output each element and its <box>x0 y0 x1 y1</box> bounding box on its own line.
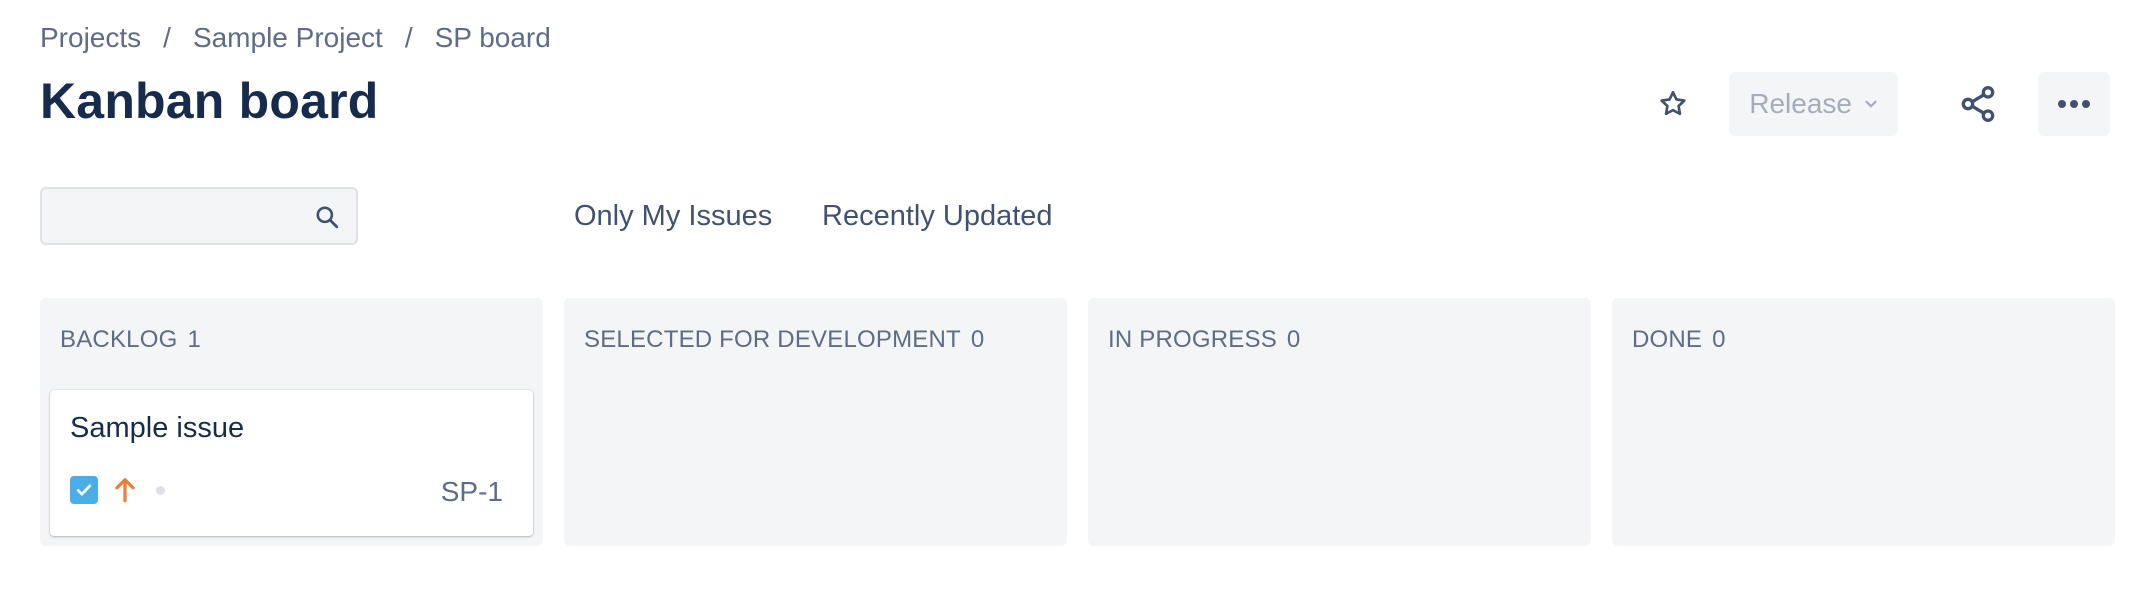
column-header: DONE 0 <box>1632 326 1726 354</box>
status-dot-icon <box>156 485 165 495</box>
column-count: 0 <box>970 326 985 353</box>
column-title: IN PROGRESS <box>1108 326 1277 353</box>
column-count: 0 <box>1286 326 1301 353</box>
breadcrumb: Projects / Sample Project / SP board <box>40 22 551 54</box>
quick-filter-only-my-issues[interactable]: Only My Issues <box>574 196 772 236</box>
page-title: Kanban board <box>40 73 379 129</box>
search-icon[interactable] <box>314 204 340 230</box>
kanban-page: Projects / Sample Project / SP board Kan… <box>40 0 2115 594</box>
priority-high-arrow-icon <box>112 476 138 504</box>
issue-card[interactable]: Sample issue SP-1 <box>50 390 533 536</box>
breadcrumb-projects[interactable]: Projects <box>40 22 141 54</box>
column-in-progress: IN PROGRESS 0 <box>1088 298 1591 546</box>
share-button[interactable] <box>1946 72 2010 136</box>
column-done: DONE 0 <box>1612 298 2115 546</box>
breadcrumb-sp-board[interactable]: SP board <box>435 22 551 54</box>
column-title: DONE <box>1632 326 1703 353</box>
breadcrumb-separator: / <box>163 22 171 53</box>
task-checkbox-icon <box>70 476 98 504</box>
issue-key[interactable]: SP-1 <box>441 476 503 508</box>
breadcrumb-separator: / <box>404 22 413 53</box>
breadcrumb-sample-project[interactable]: Sample Project <box>193 22 383 54</box>
more-actions-button[interactable] <box>2038 72 2110 136</box>
column-header: SELECTED FOR DEVELOPMENT 0 <box>584 326 984 354</box>
column-selected-for-development: SELECTED FOR DEVELOPMENT 0 <box>564 298 1067 546</box>
column-header: BACKLOG 1 <box>60 326 201 354</box>
column-count: 1 <box>187 326 202 353</box>
star-icon <box>1660 90 1686 116</box>
header-actions: Release <box>1641 72 2110 136</box>
star-button[interactable] <box>1641 72 1705 136</box>
column-title: SELECTED FOR DEVELOPMENT <box>584 326 961 353</box>
column-header: IN PROGRESS 0 <box>1108 326 1300 354</box>
release-label: Release <box>1749 88 1852 119</box>
release-button[interactable]: Release <box>1729 72 1898 136</box>
issue-card-meta <box>70 476 165 504</box>
chevron-down-icon <box>1862 95 1880 113</box>
issue-card-title: Sample issue <box>70 412 245 444</box>
share-icon <box>1961 86 1995 123</box>
column-title: BACKLOG <box>60 326 178 353</box>
search-input[interactable] <box>54 189 308 245</box>
quick-filter-recently-updated[interactable]: Recently Updated <box>822 196 1053 236</box>
column-backlog: BACKLOG 1 Sample issue SP-1 <box>40 298 543 546</box>
more-horizontal-icon <box>2058 100 2090 108</box>
column-count: 0 <box>1712 326 1726 353</box>
search-box <box>40 187 358 245</box>
